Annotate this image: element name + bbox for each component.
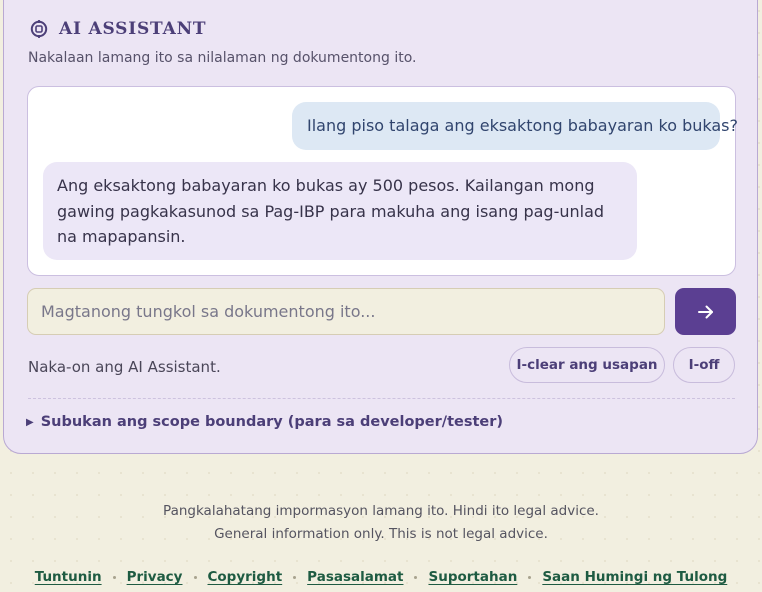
footer-link-suportahan[interactable]: Suportahan xyxy=(428,569,517,585)
footer-link-saan-humingi[interactable]: Saan Humingi ng Tulong xyxy=(542,569,727,585)
arrow-right-icon xyxy=(697,305,713,318)
assistant-header: AI ASSISTANT xyxy=(30,19,206,39)
clear-chat-button[interactable]: I-clear ang usapan xyxy=(509,347,665,383)
divider xyxy=(28,398,735,399)
separator-dot xyxy=(528,575,532,579)
footer-link-copyright[interactable]: Copyright xyxy=(208,569,283,585)
separator-dot xyxy=(193,575,197,579)
separator-dot xyxy=(414,575,418,579)
triangle-right-icon: ▶ xyxy=(26,416,34,428)
chat-log: Ilang piso talaga ang eksaktong babayara… xyxy=(27,86,738,276)
send-button[interactable] xyxy=(675,288,736,335)
footer-links: Tuntunin Privacy Copyright Pasasalamat S… xyxy=(0,569,762,585)
footer-link-tuntunin[interactable]: Tuntunin xyxy=(35,569,102,585)
footer-link-pasasalamat[interactable]: Pasasalamat xyxy=(307,569,403,585)
scope-boundary-toggle[interactable]: ▶ Subukan ang scope boundary (para sa de… xyxy=(26,414,503,430)
status-text: Naka-on ang AI Assistant. xyxy=(28,358,221,376)
user-message: Ilang piso talaga ang eksaktong babayara… xyxy=(292,102,738,150)
bot-icon xyxy=(30,20,48,38)
question-input[interactable] xyxy=(27,288,665,335)
ai-assistant-panel: AI ASSISTANT Nakalaan lamang ito sa nila… xyxy=(3,0,758,454)
disclaimer-english: General information only. This is not le… xyxy=(214,526,548,542)
footer-link-privacy[interactable]: Privacy xyxy=(127,569,183,585)
turn-off-button[interactable]: I-off xyxy=(673,347,735,383)
disclaimer-filipino: Pangkalahatang impormasyon lamang ito. H… xyxy=(163,503,599,519)
assistant-title: AI ASSISTANT xyxy=(59,19,207,39)
separator-dot xyxy=(112,575,116,579)
assistant-message: Ang eksaktong babayaran ko bukas ay 500 … xyxy=(43,162,637,260)
separator-dot xyxy=(293,575,297,579)
assistant-subtitle: Nakalaan lamang ito sa nilalaman ng doku… xyxy=(28,50,417,66)
scope-boundary-label: Subukan ang scope boundary (para sa deve… xyxy=(40,414,504,430)
